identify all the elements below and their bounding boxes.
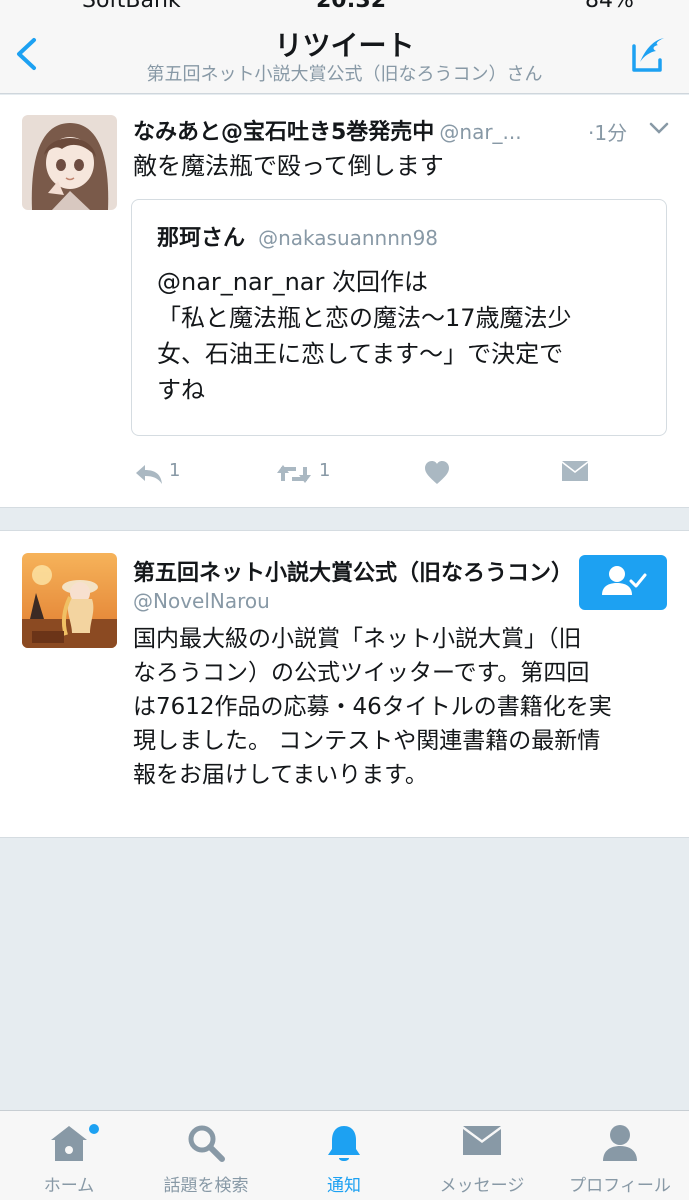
tweet-time: ·1分 — [588, 121, 628, 145]
user-bio: 国内最大級の小説賞「ネット小説大賞」（旧 なろうコン）の公式ツイッターです。第四… — [133, 622, 673, 792]
person-check-icon — [602, 566, 647, 595]
author-name[interactable]: なみあと@宝石吐き5巻発売中 — [133, 120, 434, 145]
envelope-icon — [463, 1126, 501, 1155]
bio-line: 国内最大級の小説賞「ネット小説大賞」（旧 — [133, 626, 582, 652]
bio-line: は7612作品の応募・46タイトルの書籍化を実 — [133, 694, 612, 720]
tweet-menu-button[interactable] — [648, 119, 670, 137]
like-button[interactable] — [423, 459, 453, 489]
retweet-button[interactable]: 1 — [276, 459, 336, 489]
tweet-time-value: 1分 — [594, 121, 628, 145]
tab-home[interactable]: ホーム — [0, 1111, 138, 1200]
tweet[interactable]: なみあと@宝石吐き5巻発売中 @nar_... ·1分 敵を魔法瓶で殴って倒しま… — [0, 95, 689, 508]
tab-profile[interactable]: プロフィール — [551, 1111, 689, 1200]
person-icon — [603, 1125, 637, 1161]
heart-icon — [425, 461, 449, 484]
reply-icon — [136, 465, 162, 484]
navigation-bar: リツイート 第五回ネット小説大賞公式（旧なろうコン）さん — [0, 18, 689, 94]
user-handle[interactable]: @NovelNarou — [133, 589, 270, 613]
bio-line: 現しました。 コンテストや関連書籍の最新情 — [133, 728, 601, 754]
tab-notifications[interactable]: 通知 — [275, 1111, 413, 1200]
reply-button[interactable]: 1 — [133, 459, 193, 489]
user-card[interactable]: 第五回ネット小説大賞公式（旧なろうコン） @NovelNarou 国内最大級の小… — [0, 530, 689, 838]
quoted-text-line: すね — [157, 376, 205, 404]
quoted-tweet-text: @nar_nar_nar 次回作は 「私と魔法瓶と恋の魔法〜17歳魔法少 女、石… — [157, 264, 637, 408]
compose-tweet-button[interactable] — [626, 32, 670, 76]
quoted-tweet-header: 那珂さん @nakasuannnn98 — [157, 220, 438, 252]
reply-count: 1 — [169, 460, 181, 481]
quoted-text-line: 女、石油王に恋してます〜」で決定で — [157, 340, 564, 368]
bell-icon — [328, 1126, 360, 1161]
tab-search[interactable]: 話題を検索 — [137, 1111, 275, 1200]
carrier-label: SoftBank — [82, 0, 181, 13]
tweet-header: なみあと@宝石吐き5巻発売中 @nar_... ·1分 — [133, 114, 673, 145]
avatar[interactable] — [22, 553, 117, 648]
tab-label: ホーム — [43, 1176, 95, 1196]
quoted-text-line: @nar_nar_nar 次回作は — [157, 268, 428, 296]
envelope-icon — [562, 461, 588, 481]
user-display-name[interactable]: 第五回ネット小説大賞公式（旧なろうコン） — [133, 555, 573, 587]
battery-level: 84% — [585, 0, 634, 13]
direct-message-button[interactable] — [561, 459, 591, 489]
bio-line: 報をお届けしてまいります。 — [133, 762, 428, 788]
clock: 20:32 — [316, 0, 387, 13]
page-subtitle: 第五回ネット小説大賞公式（旧なろうコン）さん — [146, 64, 543, 85]
tab-label: 話題を検索 — [163, 1176, 249, 1196]
tab-label: メッセージ — [439, 1176, 525, 1196]
quoted-author-handle: @nakasuannnn98 — [258, 226, 439, 250]
status-bar: SoftBank 20:32 84% — [0, 0, 689, 18]
retweet-count: 1 — [319, 460, 331, 481]
compose-icon — [632, 38, 664, 72]
avatar[interactable] — [22, 115, 117, 210]
tweet-actions: 1 1 — [133, 459, 633, 489]
tweet-text: 敵を魔法瓶で殴って倒します — [133, 152, 444, 180]
bio-line: なろうコン）の公式ツイッターです。第四回 — [133, 660, 590, 686]
tab-label: 通知 — [327, 1176, 361, 1196]
author-handle[interactable]: @nar_... — [439, 120, 521, 144]
retweet-icon — [277, 465, 311, 483]
notification-dot — [89, 1124, 99, 1134]
tab-label: プロフィール — [569, 1176, 671, 1196]
tab-messages[interactable]: メッセージ — [413, 1111, 551, 1200]
search-icon — [188, 1125, 225, 1162]
tab-bar: ホーム 話題を検索 通知 メッセージ プロフィール — [0, 1110, 689, 1200]
page-title: リツイート — [274, 29, 415, 62]
home-icon — [51, 1126, 87, 1161]
quoted-author-name: 那珂さん — [157, 226, 246, 251]
quoted-text-line: 「私と魔法瓶と恋の魔法〜17歳魔法少 — [157, 304, 572, 332]
quoted-tweet[interactable]: 那珂さん @nakasuannnn98 @nar_nar_nar 次回作は 「私… — [131, 199, 667, 436]
following-button[interactable] — [579, 555, 667, 610]
chevron-down-icon — [649, 122, 669, 134]
